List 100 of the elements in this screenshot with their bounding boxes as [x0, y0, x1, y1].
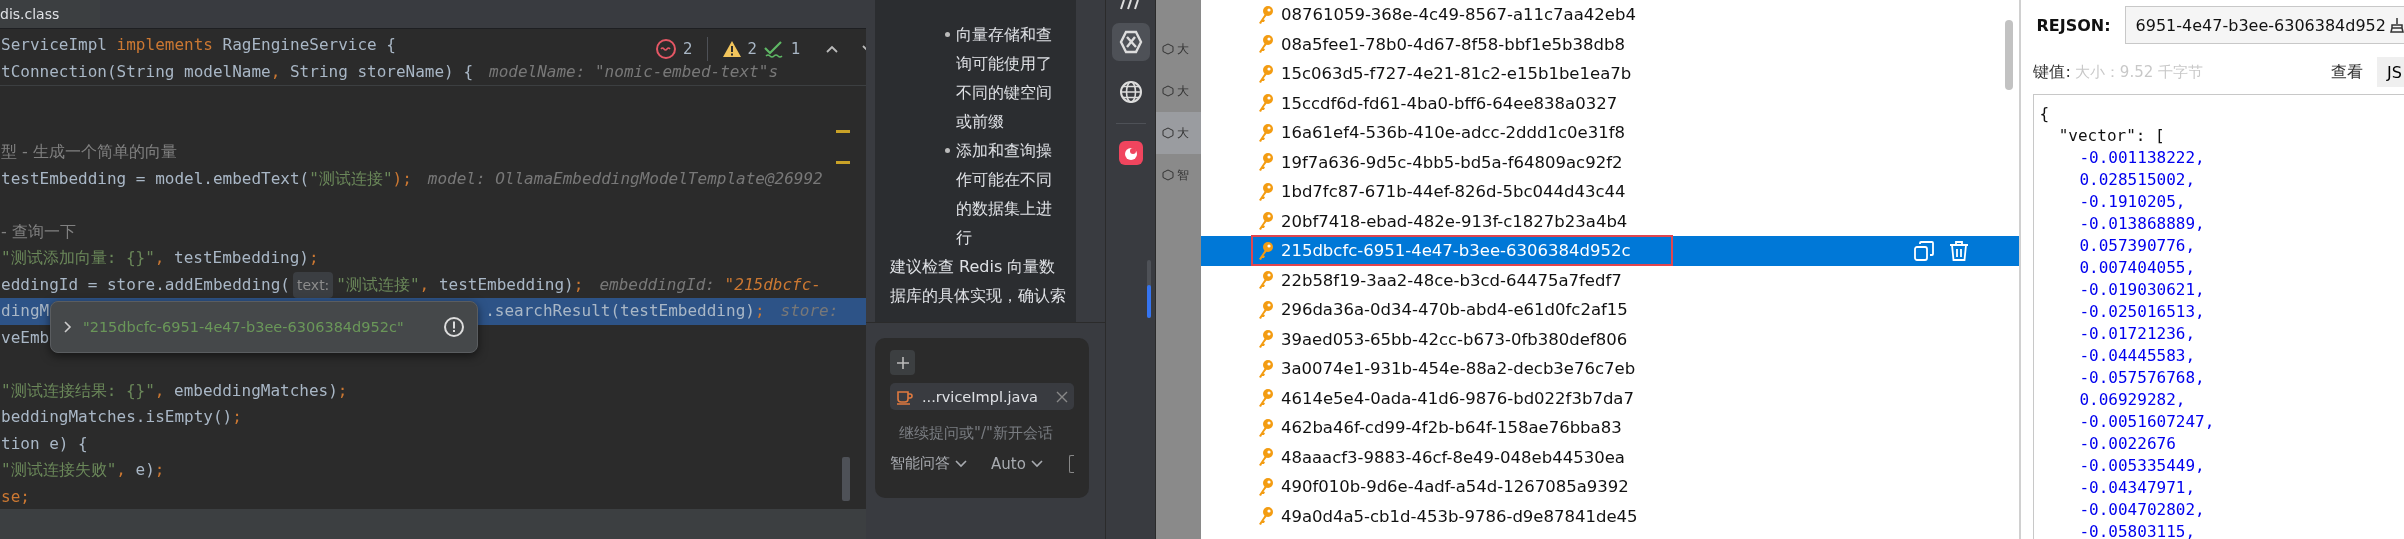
- code-text: e): [135, 459, 155, 481]
- value-label: 键值:: [2033, 61, 2071, 83]
- key-row[interactable]: 296da36a-0d34-470b-abd4-e61d0fc2af15: [1200, 295, 2020, 325]
- model-dropdown[interactable]: Auto: [991, 454, 1043, 473]
- message-paragraph: 建议检查 Redis 向量数据库的具体实现，确认索: [890, 256, 1066, 307]
- json-number: 0.06929282,: [2078, 389, 2187, 411]
- json-number: -0.005335449,: [2078, 455, 2206, 477]
- key-row[interactable]: 48aaacf3-9883-46cf-8e49-048eb44530ea: [1200, 442, 2020, 472]
- json-number: -0.04347971,: [2078, 477, 2197, 499]
- plus-icon: [895, 355, 910, 370]
- cut-off-button[interactable]: [1069, 454, 1074, 473]
- cube-icon: [1162, 169, 1175, 181]
- code-text: ServiceImpl: [1, 34, 108, 56]
- key-row[interactable]: 462ba46f-cd99-4f2b-b64f-158ae76bba83: [1200, 413, 2020, 443]
- key-row[interactable]: 16a61ef4-536b-410e-adcc-2ddd1c0e31f8: [1200, 118, 2020, 148]
- key-icon: [1256, 270, 1275, 291]
- parameter-hint: text:: [293, 271, 334, 298]
- code-text: ;: [754, 300, 765, 322]
- key-icon: [1256, 152, 1275, 173]
- key-icon: [1256, 476, 1275, 497]
- key-row[interactable]: 08761059-368e-4c49-8567-a11c7aa42eb4: [1200, 0, 2020, 30]
- sidebar-item[interactable]: 智: [1177, 166, 1190, 184]
- json-number: -0.001138222,: [2078, 147, 2206, 169]
- code-text: ,: [116, 459, 127, 481]
- code-text: eddingId = store.addEmbedding(: [1, 273, 290, 296]
- info-icon[interactable]: [443, 316, 465, 338]
- code-text: ,: [154, 247, 166, 269]
- key-name: 08a5fee1-78b0-4d67-8f58-bbf1e5b38db8: [1280, 34, 1625, 54]
- json-number: -0.004702802,: [2078, 499, 2206, 521]
- key-row[interactable]: 215dbcfc-6951-4e47-b3ee-6306384d952c: [1200, 236, 2020, 266]
- code-text: testEmbedding): [438, 273, 574, 296]
- code-text: embeddingMatches): [174, 379, 338, 402]
- json-value-box[interactable]: [2033, 94, 2404, 539]
- key-icon: [1256, 34, 1275, 55]
- key-row[interactable]: 490f010b-9d6e-4adf-a54d-1267085a9392: [1200, 472, 2020, 502]
- key-row[interactable]: 4614e5e4-0ada-41d6-9876-bd022f3b7da7: [1200, 383, 2020, 413]
- inline-value-hint: s: [768, 60, 778, 83]
- check-icon[interactable]: [763, 39, 786, 59]
- cube-icon: [1162, 85, 1175, 97]
- key-row[interactable]: 20bf7418-ebad-482e-913f-c1827b23a4b4: [1200, 206, 2020, 236]
- bullet-text: 添加和查询操作可能在不同的数据集上进行: [956, 140, 1053, 249]
- key-row[interactable]: 19f7a636-9d5c-4bb5-bd5a-f64809ac92f2: [1200, 147, 2020, 177]
- bullet-text: 向量存储和查询可能使用了不同的键空间或前缀: [956, 24, 1053, 133]
- warning-count: 2: [747, 40, 758, 58]
- warning-icon[interactable]: [721, 40, 742, 58]
- sidebar-item[interactable]: 大: [1177, 124, 1190, 142]
- code-text: ;: [573, 273, 584, 296]
- view-label: 查看: [2331, 61, 2364, 83]
- view-format-button[interactable]: JS: [2377, 57, 2404, 87]
- key-row[interactable]: 15c063d5-f727-4e21-81c2-e15b1be1ea7b: [1200, 59, 2020, 89]
- code-text: ;: [232, 406, 242, 428]
- key-row[interactable]: 3a0074e1-931b-454e-88a2-decb3e76c7eb: [1200, 354, 2020, 384]
- key-row[interactable]: 15ccdf6d-fd61-4ba0-bff6-64ee838a0327: [1200, 88, 2020, 118]
- key-row[interactable]: 1bd7fc87-671b-44ef-826d-5bc044d43c44: [1200, 177, 2020, 207]
- code-text: tConnection(String modelName: [1, 60, 271, 83]
- scrollbar-thumb[interactable]: [2005, 20, 2014, 90]
- key-icon: [1256, 417, 1275, 438]
- key-name: 15c063d5-f727-4e21-81c2-e15b1be1ea7b: [1280, 64, 1632, 84]
- error-icon[interactable]: [655, 38, 677, 60]
- code-text: dingM: [1, 300, 50, 322]
- json-number: 0.057390776,: [2078, 235, 2197, 257]
- sidebar-item[interactable]: 大: [1177, 40, 1190, 58]
- error-count: 2: [683, 40, 693, 58]
- code-text: ;: [337, 379, 348, 402]
- code-text: RagEngineService {: [222, 34, 396, 56]
- scroll-thumb[interactable]: [1147, 285, 1152, 318]
- code-comment: - 查询一下: [1, 220, 76, 243]
- code-text: ,: [419, 273, 431, 296]
- trash-icon[interactable]: [1949, 239, 1970, 262]
- chevron-up-icon[interactable]: [824, 44, 839, 54]
- key-row[interactable]: 22b58f19-3aa2-48ce-b3cd-64475a7fedf7: [1200, 265, 2020, 295]
- key-field[interactable]: 6951-4e47-b3ee-6306384d952: [2124, 6, 2404, 44]
- close-icon[interactable]: [1056, 390, 1068, 403]
- json-number: 0.028515002,: [2078, 169, 2197, 191]
- chat-input-field[interactable]: 继续提问或"/"新开会话: [890, 418, 1089, 442]
- assistant-tool-button[interactable]: [1111, 23, 1150, 61]
- add-button[interactable]: [890, 350, 915, 375]
- editor-tab[interactable]: dis.class: [0, 0, 100, 28]
- code-text: );: [392, 167, 412, 190]
- copy-icon[interactable]: [1913, 239, 1936, 262]
- key-name: 296da36a-0d34-470b-abd4-e61d0fc2af15: [1280, 300, 1628, 320]
- key-icon: [1256, 447, 1275, 468]
- scrollbar-thumb[interactable]: [842, 457, 850, 501]
- key-row[interactable]: 39aed053-65bb-42cc-b673-0fb380def806: [1200, 324, 2020, 354]
- json-number: -0.1910205,: [2078, 191, 2187, 213]
- cleaner-icon[interactable]: [2388, 17, 2404, 33]
- hexagon-logo-icon: [1117, 29, 1144, 55]
- chevron-right-icon[interactable]: [63, 320, 73, 334]
- json-number: -0.0022676: [2078, 433, 2177, 455]
- mode-dropdown[interactable]: 智能问答: [890, 454, 967, 473]
- sidebar-item[interactable]: 大: [1177, 82, 1190, 100]
- key-row[interactable]: 49a0d4a5-cb1d-453b-9786-d9e87841de45: [1200, 501, 2020, 531]
- file-attachment-chip[interactable]: ...rviceImpl.java: [890, 383, 1074, 410]
- key-row[interactable]: 08a5fee1-78b0-4d67-8f58-bbf1e5b38db8: [1200, 29, 2020, 59]
- code-text: "测试添加向量: {}": [1, 247, 155, 269]
- key-icon: [1256, 4, 1275, 25]
- code-text: ;: [308, 247, 319, 269]
- key-name: 22b58f19-3aa2-48ce-b3cd-64475a7fedf7: [1280, 270, 1622, 290]
- app-logo-icon: [1118, 141, 1143, 165]
- key-icon: [1256, 122, 1275, 143]
